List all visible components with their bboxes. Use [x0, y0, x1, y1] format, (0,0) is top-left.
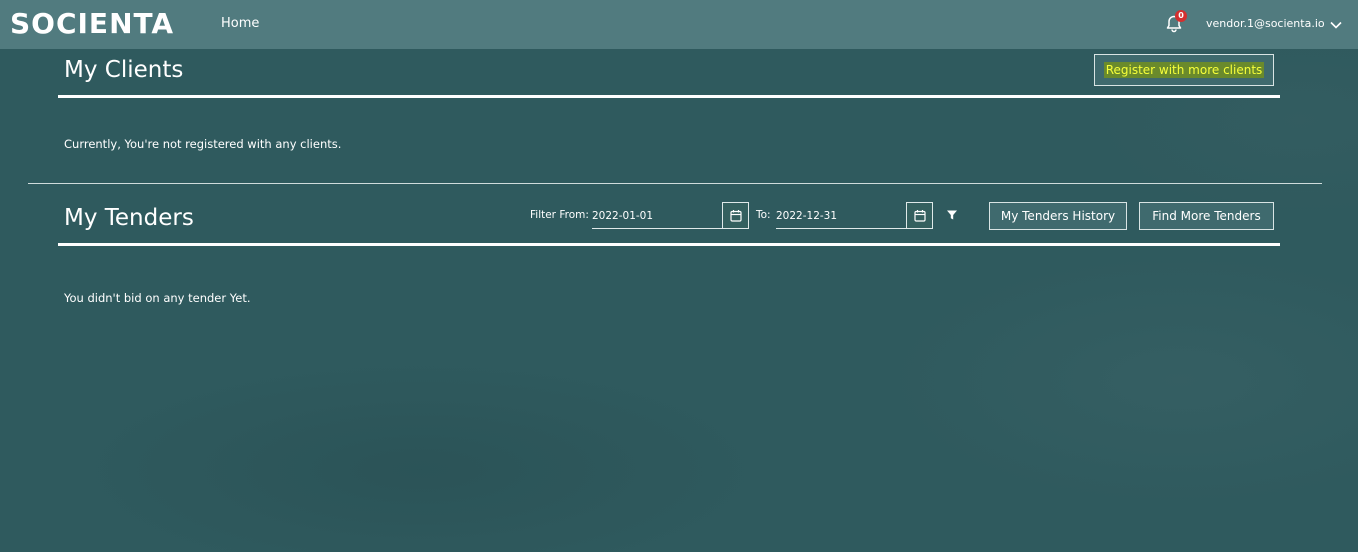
clients-divider — [58, 95, 1280, 98]
tenders-divider — [58, 243, 1280, 246]
filter-icon[interactable] — [946, 209, 958, 221]
filter-from-date-input[interactable] — [592, 203, 722, 229]
calendar-icon — [730, 210, 742, 222]
user-email[interactable]: vendor.1@socienta.io — [1206, 17, 1325, 30]
filter-to-date-input[interactable] — [776, 203, 906, 229]
top-navbar: SOCIENTA Home 0 vendor.1@socienta.io — [0, 0, 1358, 49]
filter-to-calendar-button[interactable] — [906, 202, 933, 229]
my-clients-title: My Clients — [64, 57, 184, 83]
notification-count-badge: 0 — [1175, 10, 1187, 22]
socienta-logo[interactable]: SOCIENTA — [10, 6, 174, 42]
filter-to-label: To: — [756, 209, 771, 221]
tenders-empty-message: You didn't bid on any tender Yet. — [64, 291, 251, 305]
section-separator — [28, 183, 1322, 184]
my-tenders-history-button[interactable]: My Tenders History — [989, 202, 1127, 230]
filter-from-calendar-button[interactable] — [722, 202, 749, 229]
register-more-clients-button[interactable]: Register with more clients — [1094, 54, 1274, 86]
register-more-clients-label: Register with more clients — [1103, 62, 1265, 78]
clients-empty-message: Currently, You're not registered with an… — [64, 137, 342, 151]
chevron-down-icon[interactable] — [1329, 18, 1343, 32]
filter-from-label: Filter From: — [530, 209, 589, 221]
nav-home-link[interactable]: Home — [221, 16, 259, 31]
find-more-tenders-button[interactable]: Find More Tenders — [1139, 202, 1274, 230]
my-tenders-title: My Tenders — [64, 205, 194, 231]
calendar-icon — [914, 210, 926, 222]
